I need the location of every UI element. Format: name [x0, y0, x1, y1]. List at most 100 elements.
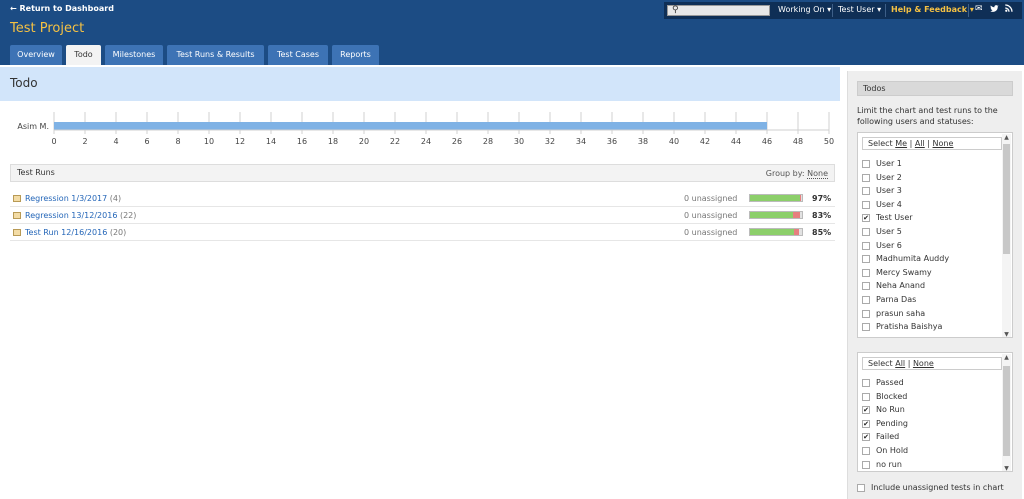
group-by-label: Group by:: [765, 169, 805, 178]
checkbox[interactable]: ✔: [862, 419, 870, 428]
checkbox[interactable]: [862, 282, 870, 291]
tab-test-cases[interactable]: Test Cases: [268, 45, 328, 65]
test-run-icon: [13, 229, 21, 236]
checkbox-label: Pratisha Baishya: [876, 322, 943, 332]
x-tick-label: 16: [297, 137, 307, 146]
scrollbar-thumb[interactable]: [1003, 144, 1010, 254]
checkbox[interactable]: [862, 447, 870, 455]
divider: [885, 4, 886, 17]
x-tick-label: 2: [82, 137, 87, 146]
scroll-up-icon[interactable]: ▲: [1003, 354, 1010, 361]
mail-icon[interactable]: ✉: [975, 4, 983, 14]
checkbox[interactable]: ✔: [862, 406, 870, 415]
checkbox-label: User 5: [876, 227, 902, 236]
table-row: Test Run 12/16/2016 (20) 0 unassigned 85…: [10, 225, 835, 241]
checkbox[interactable]: [862, 323, 870, 332]
include-unassigned-checkbox[interactable]: [857, 484, 865, 492]
x-tick-label: 0: [51, 137, 56, 146]
x-tick-label: 34: [576, 137, 586, 146]
x-tick-label: 50: [824, 137, 834, 146]
x-tick-label: 24: [421, 137, 431, 146]
checkbox[interactable]: [862, 460, 870, 469]
checkbox[interactable]: [862, 296, 870, 304]
checkbox-label: Pending: [876, 418, 908, 428]
users-select-bar: Select Me | All | None: [862, 137, 1002, 150]
test-run-link[interactable]: Regression 13/12/2016: [25, 211, 117, 220]
top-bar: ⚲ Working On ▾ Test User ▾ Help & Feedba…: [664, 2, 1022, 19]
select-none-link[interactable]: None: [913, 359, 934, 368]
checkbox[interactable]: [862, 187, 870, 196]
return-to-dashboard-link[interactable]: ← Return to Dashboard: [10, 4, 114, 13]
unassigned-count: 0 unassigned: [684, 211, 738, 220]
progress-segment-other: [798, 229, 802, 235]
scroll-down-icon[interactable]: ▼: [1003, 331, 1010, 337]
user-menu[interactable]: Test User ▾: [838, 5, 881, 14]
status-filter: Select All | None Passed Blocked ✔ No Run ✔ P…: [857, 352, 1013, 472]
search-input[interactable]: ⚲: [667, 5, 770, 16]
checkbox-label: Madhumita Auddy: [876, 254, 950, 264]
select-prefix: Select: [868, 139, 893, 148]
progress-segment-other: [799, 212, 802, 218]
twitter-icon[interactable]: [990, 4, 999, 16]
checkbox-label: Mercy Swamy: [876, 267, 932, 277]
checkbox[interactable]: [862, 255, 870, 264]
checkbox[interactable]: [862, 160, 870, 168]
test-run-link[interactable]: Regression 1/3/2017: [25, 194, 107, 203]
test-run-link[interactable]: Test Run 12/16/2016: [25, 228, 107, 237]
tab-reports[interactable]: Reports: [332, 45, 379, 65]
checkbox[interactable]: [862, 228, 870, 236]
search-icon: ⚲: [672, 5, 679, 15]
group-by-value-link[interactable]: None: [807, 169, 828, 179]
divider: [968, 4, 969, 17]
help-feedback-menu[interactable]: Help & Feedback ▾: [891, 5, 974, 14]
status-scrollbar[interactable]: ▲ ▼: [1002, 354, 1011, 471]
progress-segment-passed: [750, 195, 800, 201]
divider: [832, 4, 833, 17]
checkbox-label: Passed: [876, 378, 904, 387]
progress-segment-failed: [792, 212, 800, 218]
x-tick-label: 6: [144, 137, 149, 146]
x-tick-label: 36: [607, 137, 617, 146]
tab-todo[interactable]: Todo: [66, 45, 101, 65]
scroll-down-icon[interactable]: ▼: [1003, 465, 1010, 471]
checkbox-label: Parna Das: [876, 295, 917, 304]
tab-test-runs-results[interactable]: Test Runs & Results: [167, 45, 264, 65]
progress-percent: 83%: [812, 211, 832, 220]
select-all-link[interactable]: All: [915, 139, 925, 148]
sidebar-description: Limit the chart and test runs to the fol…: [857, 106, 998, 126]
users-scrollbar[interactable]: ▲ ▼: [1002, 134, 1011, 337]
checkbox[interactable]: [862, 241, 870, 250]
x-tick-label: 10: [204, 137, 214, 146]
checkbox[interactable]: ✔: [862, 214, 870, 223]
checkbox[interactable]: [862, 392, 870, 401]
progress-bar: [749, 228, 803, 236]
project-title: Test Project: [10, 21, 85, 36]
group-by: Group by: None: [765, 169, 828, 179]
checkbox[interactable]: ✔: [862, 433, 870, 442]
test-runs-title: Test Runs: [17, 168, 55, 177]
checkbox-label: Test User: [876, 213, 913, 223]
progress-segment-other: [800, 195, 802, 201]
scroll-up-icon[interactable]: ▲: [1003, 134, 1010, 141]
tab-milestones[interactable]: Milestones: [105, 45, 163, 65]
checkbox[interactable]: [862, 268, 870, 277]
checkbox[interactable]: [862, 309, 870, 318]
sidebar-header: Todos: [857, 81, 1013, 96]
checkbox-label: User 1: [876, 159, 902, 168]
select-all-link[interactable]: All: [895, 359, 905, 368]
page-title: Todo: [10, 76, 38, 90]
progress-bar: [749, 211, 803, 219]
checkbox[interactable]: [862, 173, 870, 182]
rss-icon[interactable]: [1005, 4, 1013, 15]
tab-overview[interactable]: Overview: [10, 45, 62, 65]
select-none-link[interactable]: None: [933, 139, 954, 148]
checkbox-label: no run: [876, 459, 902, 469]
select-me-link[interactable]: Me: [895, 139, 907, 148]
x-tick-label: 26: [452, 137, 462, 146]
working-on-menu[interactable]: Working On ▾: [778, 5, 831, 14]
checkbox[interactable]: [862, 200, 870, 209]
x-tick-label: 32: [545, 137, 555, 146]
checkbox[interactable]: [862, 379, 870, 387]
scrollbar-thumb[interactable]: [1003, 366, 1010, 456]
checkbox-label: No Run: [876, 405, 905, 415]
